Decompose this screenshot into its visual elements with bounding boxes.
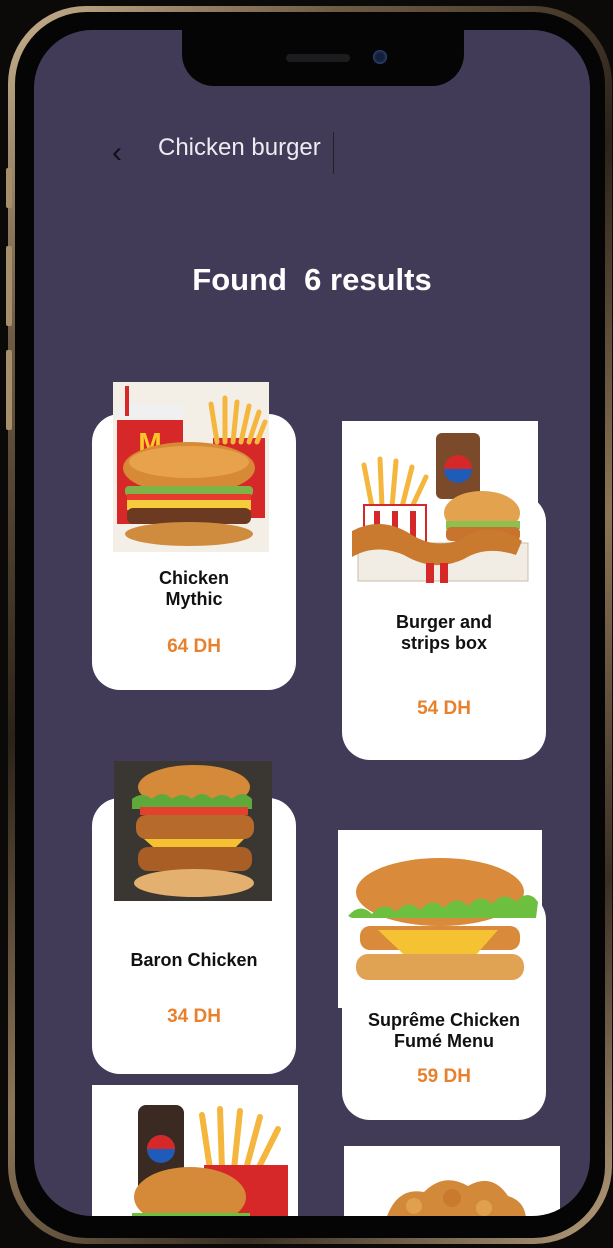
product-name: Suprême Chicken Fumé Menu: [367, 1010, 521, 1051]
text-cursor: [333, 132, 334, 174]
volume-down-button: [6, 350, 12, 430]
mute-switch: [6, 168, 12, 208]
product-price: 59 DH: [417, 1066, 471, 1087]
volume-up-button: [6, 246, 12, 326]
search-query-text[interactable]: Chicken burger: [158, 134, 321, 162]
product-name: Burger and strips box: [395, 612, 492, 653]
product-name: Baron Chicken: [130, 950, 258, 970]
fried-chicken-strips-image[interactable]: [344, 1146, 560, 1216]
app-screen: ‹ Chicken burger Found 6 results Chicken…: [34, 30, 590, 1216]
product-price: 64 DH: [167, 636, 221, 657]
back-arrow-icon[interactable]: ‹: [112, 138, 122, 168]
results-heading: Found 6 results: [192, 262, 432, 297]
front-camera: [373, 50, 387, 64]
burger-menu-with-pepsi-image[interactable]: [92, 1085, 298, 1216]
cheese-chicken-burger-image: [338, 830, 542, 1008]
burger-fries-cola-meal-image: M: [113, 382, 269, 552]
product-name: Chicken Mythic: [158, 568, 230, 609]
double-crispy-chicken-burger-image: [114, 761, 272, 901]
speaker-grille: [286, 54, 350, 62]
burger-strips-box-image: [342, 421, 538, 585]
product-price: 54 DH: [417, 698, 471, 719]
product-price: 34 DH: [167, 1006, 221, 1027]
phone-notch: [182, 30, 464, 86]
